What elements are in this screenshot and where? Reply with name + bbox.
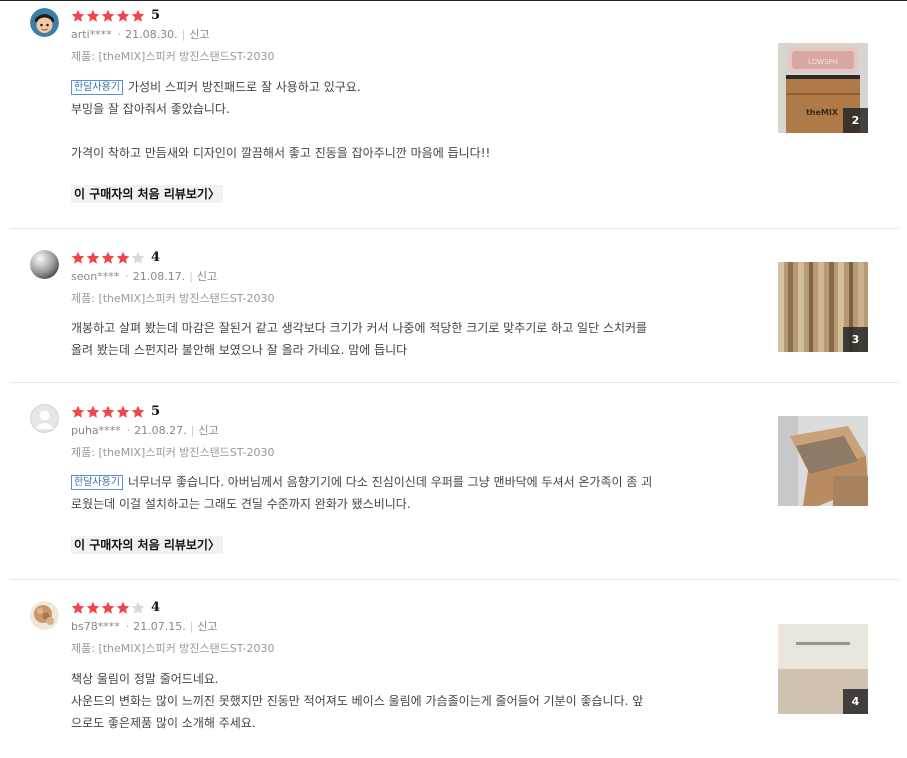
rating-score: 4 <box>151 600 161 615</box>
product-option: 제품: [theMIX]스피커 방진스탠드ST-2030 <box>71 292 275 305</box>
star-rating: 4 <box>71 250 160 266</box>
reviewer-id: bs78**** <box>71 620 120 633</box>
review-item: 5 arti**** · 21.08.30. | 신고 제품: [theMIX]스피커 … <box>10 1 907 229</box>
product-option: 제품: [theMIX]스피커 방진스탠드ST-2030 <box>71 642 275 655</box>
review-line: 올려 봤는데 스펀지라 불안해 보였으나 잘 올라 가네요. 맘에 듭니다 <box>71 343 408 357</box>
star-rating: 4 <box>71 600 160 616</box>
star-filled-icon <box>71 251 85 264</box>
star-filled-icon <box>131 405 145 418</box>
reviewer-id: puha**** <box>71 424 121 437</box>
star-empty-icon <box>131 601 145 614</box>
rating-score: 5 <box>151 404 161 419</box>
default-person-avatar[interactable] <box>30 404 59 433</box>
month-use-tag: 한달사용기 <box>71 475 123 490</box>
review-date: 21.08.30. <box>125 28 178 41</box>
review-text: 한달사용기 너무너무 좋습니다. 아버님께서 음향기기에 다소 진심이신데 우퍼를… <box>71 471 751 515</box>
photo-count-badge: 4 <box>843 689 868 714</box>
review-text: 책상 울림이 정말 줄어드네요. 사운드의 변화는 많이 느끼진 못했지만 진동… <box>71 668 751 734</box>
review-line: 로웠는데 이걸 설치하고는 그래도 견딜 수준까지 완화가 됐스비니다. <box>71 497 411 511</box>
reviewer-id: arti**** <box>71 28 112 41</box>
report-link[interactable]: 신고 <box>197 620 217 633</box>
star-filled-icon <box>116 405 130 418</box>
review-item: 5 puha**** · 21.08.27. | 신고 제품: [theMIX]스피커 … <box>10 383 907 580</box>
rating-score: 4 <box>151 250 161 265</box>
review-meta: puha**** · 21.08.27. | 신고 <box>71 424 219 437</box>
star-filled-icon <box>71 405 85 418</box>
review-meta: arti**** · 21.08.30. | 신고 <box>71 28 210 41</box>
star-filled-icon <box>116 251 130 264</box>
star-filled-icon <box>116 9 130 22</box>
first-review-link[interactable]: 이 구매자의 처음 리뷰보기〉 <box>71 536 223 554</box>
review-meta: bs78**** · 21.07.15. | 신고 <box>71 620 218 633</box>
svg-text:LOWSPH: LOWSPH <box>808 58 838 66</box>
product-option: 제품: [theMIX]스피커 방진스탠드ST-2030 <box>71 50 275 63</box>
review-line: 책상 울림이 정말 줄어드네요. <box>71 672 219 686</box>
star-filled-icon <box>101 601 115 614</box>
review-line: 사운드의 변화는 많이 느끼진 못했지만 진동만 적어져도 베이스 울림에 가슴… <box>71 694 644 708</box>
star-filled-icon <box>86 405 100 418</box>
star-empty-icon <box>131 251 145 264</box>
review-line <box>71 120 751 142</box>
star-filled-icon <box>116 601 130 614</box>
review-line: 으로도 좋은제품 많이 소개해 주세요. <box>71 716 256 730</box>
review-photo[interactable]: 3 <box>778 262 868 352</box>
report-link[interactable]: 신고 <box>189 28 209 41</box>
star-filled-icon <box>86 9 100 22</box>
review-date: 21.08.27. <box>134 424 187 437</box>
review-text: 한달사용기 가성비 스피커 방진패드로 잘 사용하고 있구요. 부밍을 잘 잡아줘… <box>71 76 751 164</box>
photo-count-badge: 2 <box>843 108 868 133</box>
report-link[interactable]: 신고 <box>197 270 217 283</box>
review-item: 4 bs78**** · 21.07.15. | 신고 제품: [theMIX]스피커 … <box>10 580 907 756</box>
reviewer-id: seon**** <box>71 270 120 283</box>
star-filled-icon <box>101 9 115 22</box>
star-filled-icon <box>71 9 85 22</box>
review-text: 개봉하고 살펴 봤는데 마감은 잘된거 같고 생각보다 크기가 커서 나중에 적… <box>71 317 751 361</box>
cartoon-face-avatar[interactable] <box>30 8 59 37</box>
star-rating: 5 <box>71 404 160 420</box>
review-photo[interactable] <box>778 416 868 506</box>
grey-sphere-avatar[interactable] <box>30 250 59 279</box>
star-filled-icon <box>71 601 85 614</box>
review-item: 4 seon**** · 21.08.17. | 신고 제품: [theMIX]스피커 … <box>10 229 907 383</box>
review-meta: seon**** · 21.08.17. | 신고 <box>71 270 218 283</box>
star-rating: 5 <box>71 8 160 24</box>
review-photo[interactable]: 4 <box>778 624 868 714</box>
star-filled-icon <box>86 601 100 614</box>
star-filled-icon <box>101 251 115 264</box>
review-photo[interactable]: LOWSPH theMIX 2 <box>778 43 868 133</box>
review-line: 부밍을 잘 잡아줘서 좋았습니다. <box>71 102 230 116</box>
month-use-tag: 한달사용기 <box>71 80 123 95</box>
review-line: 개봉하고 살펴 봤는데 마감은 잘된거 같고 생각보다 크기가 커서 나중에 적… <box>71 321 648 335</box>
first-review-link[interactable]: 이 구매자의 처음 리뷰보기〉 <box>71 185 223 203</box>
review-date: 21.07.15. <box>133 620 186 633</box>
review-date: 21.08.17. <box>132 270 186 283</box>
rating-score: 5 <box>151 8 161 23</box>
photo-count-badge: 3 <box>843 327 868 352</box>
food-photo-avatar[interactable] <box>30 601 59 630</box>
review-line: 가성비 스피커 방진패드로 잘 사용하고 있구요. <box>128 80 361 94</box>
box-logo: theMIX <box>806 108 839 117</box>
star-filled-icon <box>131 9 145 22</box>
product-option: 제품: [theMIX]스피커 방진스탠드ST-2030 <box>71 446 275 459</box>
review-line: 가격이 착하고 만듬새와 디자인이 깔끔해서 좋고 진동을 잡아주니깐 마음에 … <box>71 146 491 160</box>
star-filled-icon <box>86 251 100 264</box>
report-link[interactable]: 신고 <box>198 424 218 437</box>
star-filled-icon <box>101 405 115 418</box>
review-line: 너무너무 좋습니다. 아버님께서 음향기기에 다소 진심이신데 우퍼를 그냥 맨… <box>128 475 653 489</box>
